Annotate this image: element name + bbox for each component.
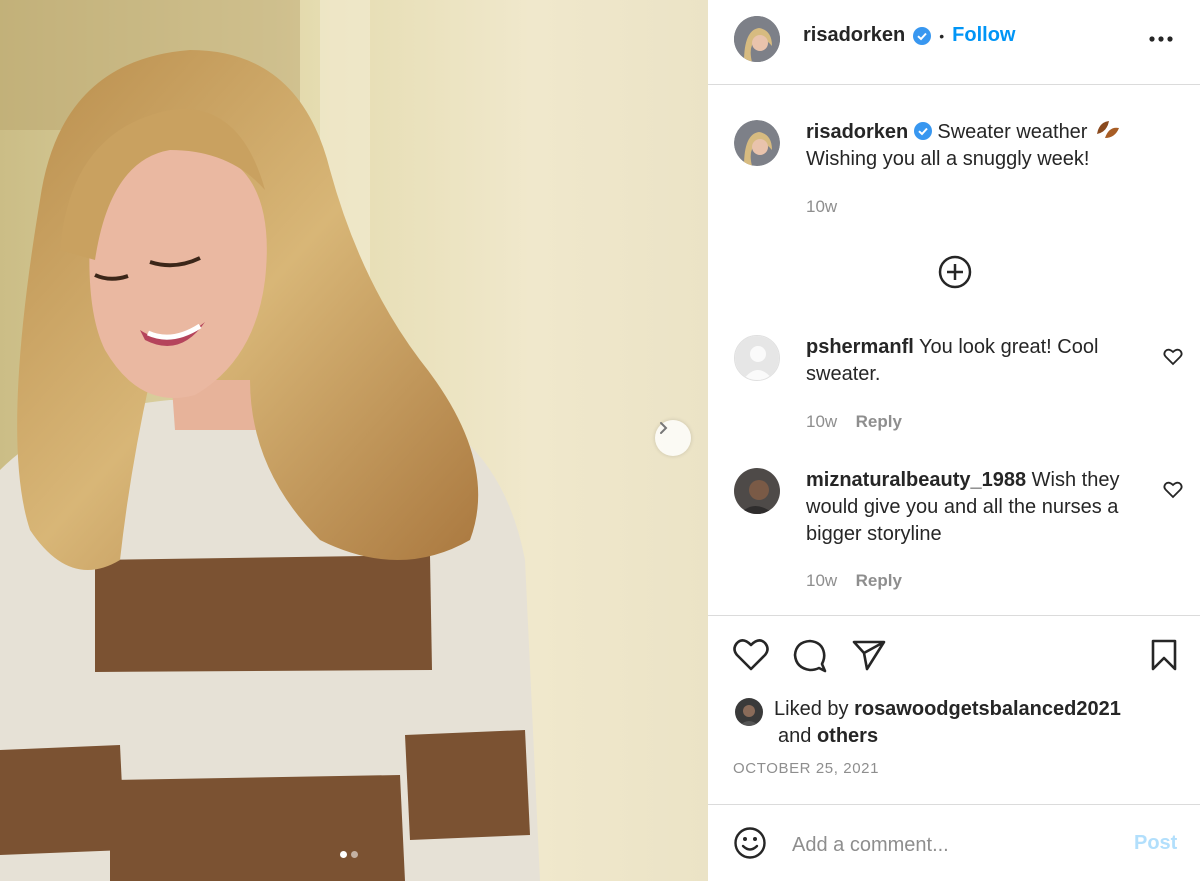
comment-avatar[interactable] xyxy=(734,468,780,514)
carousel-dot xyxy=(351,851,358,858)
carousel-dots xyxy=(340,851,358,858)
liker-avatar[interactable] xyxy=(735,698,763,726)
comment-avatar[interactable] xyxy=(734,335,780,381)
post-header: risadorken • Follow xyxy=(708,0,1200,85)
comment-meta: 10w Reply xyxy=(806,571,902,591)
reply-button[interactable]: Reply xyxy=(856,571,902,590)
follow-button[interactable]: Follow xyxy=(952,24,1015,47)
comment-meta: 10w Reply xyxy=(806,412,902,432)
comment: pshermanfl You look great! Cool sweater. xyxy=(806,334,1136,388)
likes-user[interactable]: rosawoodgetsbalanced2021 xyxy=(854,698,1121,720)
divider xyxy=(708,615,1200,616)
verified-badge-icon xyxy=(913,26,932,45)
header-separator: • xyxy=(939,27,945,44)
like-heart-icon[interactable] xyxy=(733,638,769,672)
leaves-icon xyxy=(1097,121,1120,138)
post-photo xyxy=(0,0,708,881)
carousel-dot-active xyxy=(340,851,347,858)
author-avatar[interactable] xyxy=(734,16,780,62)
comment-time: 10w xyxy=(806,412,838,431)
caption-username[interactable]: risadorken xyxy=(806,121,908,143)
heart-icon[interactable] xyxy=(1163,481,1183,499)
heart-icon[interactable] xyxy=(1163,348,1183,366)
photo-illustration xyxy=(0,0,708,881)
caption-avatar[interactable] xyxy=(734,120,780,166)
reply-button[interactable]: Reply xyxy=(856,412,902,431)
post-details-panel: risadorken • Follow risadorken Sweater w… xyxy=(708,0,1200,881)
caption: risadorken Sweater weather Wishing you a… xyxy=(806,118,1186,173)
comment-bubble-icon[interactable] xyxy=(792,638,828,674)
likes-others-link[interactable]: others xyxy=(817,725,878,747)
post-date: OCTOBER 25, 2021 xyxy=(733,760,880,777)
caption-text: Sweater weather xyxy=(937,121,1088,143)
share-send-icon[interactable] xyxy=(851,638,887,672)
caption-time: 10w xyxy=(806,197,838,216)
divider xyxy=(708,804,1200,805)
comment-username[interactable]: miznaturalbeauty_1988 xyxy=(806,469,1026,491)
likes-prefix: Liked by xyxy=(774,698,849,720)
post-comment-button[interactable]: Post xyxy=(1134,832,1177,855)
plus-circle-icon[interactable] xyxy=(937,254,973,290)
verified-badge-icon xyxy=(913,122,932,140)
smiley-icon[interactable] xyxy=(733,826,767,860)
bookmark-icon[interactable] xyxy=(1150,638,1178,672)
comment: miznaturalbeauty_1988 Wish they would gi… xyxy=(806,467,1146,548)
carousel-next-button[interactable] xyxy=(655,420,691,456)
author-username[interactable]: risadorken xyxy=(803,24,905,47)
comment-username[interactable]: pshermanfl xyxy=(806,336,914,358)
more-horizontal-icon[interactable] xyxy=(1148,32,1174,46)
likes-summary: Liked by rosawoodgetsbalanced2021 and ot… xyxy=(774,696,1174,750)
comment-time: 10w xyxy=(806,571,838,590)
likes-and: and xyxy=(778,725,812,747)
chevron-right-icon xyxy=(660,422,668,434)
comment-input[interactable] xyxy=(790,828,1114,862)
caption-line-2: Wishing you all a snuggly week! xyxy=(806,148,1090,170)
